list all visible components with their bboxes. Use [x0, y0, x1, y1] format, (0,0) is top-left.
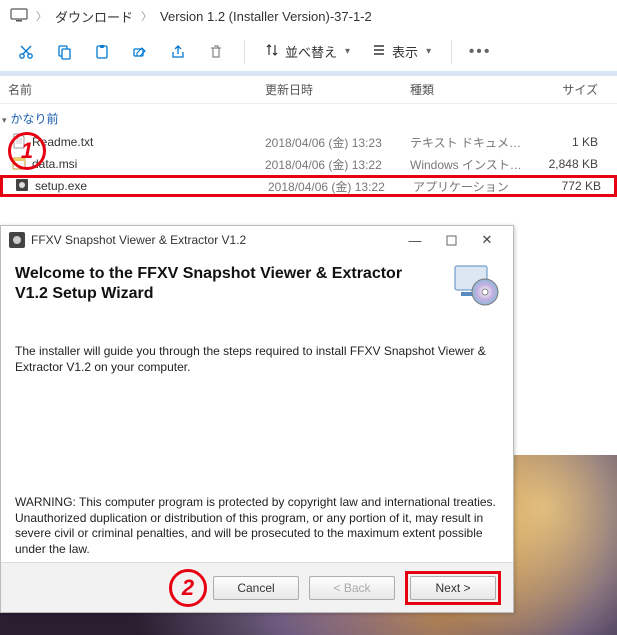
exe-file-icon: [15, 177, 29, 196]
next-highlight: Next >: [405, 571, 501, 605]
chevron-down-icon: ▾: [426, 46, 431, 57]
welcome-heading: Welcome to the FFXV Snapshot Viewer & Ex…: [15, 264, 499, 304]
back-button: < Back: [309, 576, 395, 600]
column-type[interactable]: 種類: [410, 81, 530, 98]
close-button[interactable]: ✕: [469, 229, 505, 251]
description-text: The installer will guide you through the…: [15, 344, 499, 375]
cancel-button[interactable]: Cancel: [213, 576, 299, 600]
column-date[interactable]: 更新日時: [265, 81, 410, 98]
breadcrumb-folder[interactable]: Version 1.2 (Installer Version)-37-1-2: [160, 9, 372, 24]
file-date: 2018/04/06 (金) 13:22: [268, 178, 413, 195]
file-date: 2018/04/06 (金) 13:22: [265, 156, 410, 173]
monitor-icon[interactable]: [10, 8, 28, 25]
sort-label: 並べ替え: [285, 42, 337, 61]
annotation-1: 1: [8, 132, 46, 170]
view-icon: [372, 43, 386, 60]
installer-disc-icon: [451, 260, 499, 308]
titlebar[interactable]: FFXV Snapshot Viewer & Extractor V1.2 — …: [1, 226, 513, 254]
divider: [451, 40, 452, 64]
file-date: 2018/04/06 (金) 13:23: [265, 134, 410, 151]
file-type: Windows インストー...: [410, 156, 530, 173]
button-row: 2 Cancel < Back Next >: [1, 562, 513, 612]
table-row[interactable]: data.msi 2018/04/06 (金) 13:22 Windows イン…: [0, 153, 617, 175]
file-size: 2,848 KB: [530, 157, 608, 171]
file-size: 772 KB: [533, 179, 611, 193]
breadcrumb: 〉 ダウンロード 〉 Version 1.2 (Installer Versio…: [0, 0, 617, 32]
next-button[interactable]: Next >: [410, 576, 496, 600]
maximize-button[interactable]: [433, 229, 469, 251]
dialog-title: FFXV Snapshot Viewer & Extractor V1.2: [31, 233, 246, 247]
paste-icon[interactable]: [84, 35, 120, 69]
installer-dialog: FFXV Snapshot Viewer & Extractor V1.2 — …: [0, 225, 514, 613]
file-size: 1 KB: [530, 135, 608, 149]
app-icon: [9, 232, 25, 248]
copy-icon[interactable]: [46, 35, 82, 69]
column-name[interactable]: 名前: [0, 81, 265, 98]
rename-icon[interactable]: [122, 35, 158, 69]
file-type: テキスト ドキュメント: [410, 134, 530, 151]
divider: [244, 40, 245, 64]
warning-text: WARNING: This computer program is protec…: [15, 495, 499, 557]
minimize-button[interactable]: —: [397, 229, 433, 251]
sort-icon: [265, 43, 279, 60]
view-button[interactable]: 表示 ▾: [362, 35, 441, 69]
file-type: アプリケーション: [413, 178, 533, 195]
table-row[interactable]: setup.exe 2018/04/06 (金) 13:22 アプリケーション …: [0, 175, 617, 197]
table-row[interactable]: Readme.txt 2018/04/06 (金) 13:23 テキスト ドキュ…: [0, 131, 617, 153]
cut-icon[interactable]: [8, 35, 44, 69]
file-name: setup.exe: [35, 179, 87, 193]
view-label: 表示: [392, 42, 418, 61]
breadcrumb-downloads[interactable]: ダウンロード: [55, 7, 133, 26]
chevron-right-icon: 〉: [36, 8, 47, 24]
sort-button[interactable]: 並べ替え ▾: [255, 35, 360, 69]
delete-icon[interactable]: [198, 35, 234, 69]
toolbar: 並べ替え ▾ 表示 ▾ •••: [0, 32, 617, 76]
chevron-right-icon: 〉: [141, 8, 152, 24]
annotation-2: 2: [169, 569, 207, 607]
file-list-header: 名前 更新日時 種類 サイズ: [0, 76, 617, 104]
column-size[interactable]: サイズ: [530, 81, 608, 98]
group-label[interactable]: かなり前: [0, 104, 617, 131]
chevron-down-icon: ▾: [345, 46, 350, 57]
share-icon[interactable]: [160, 35, 196, 69]
more-icon[interactable]: •••: [462, 43, 498, 61]
